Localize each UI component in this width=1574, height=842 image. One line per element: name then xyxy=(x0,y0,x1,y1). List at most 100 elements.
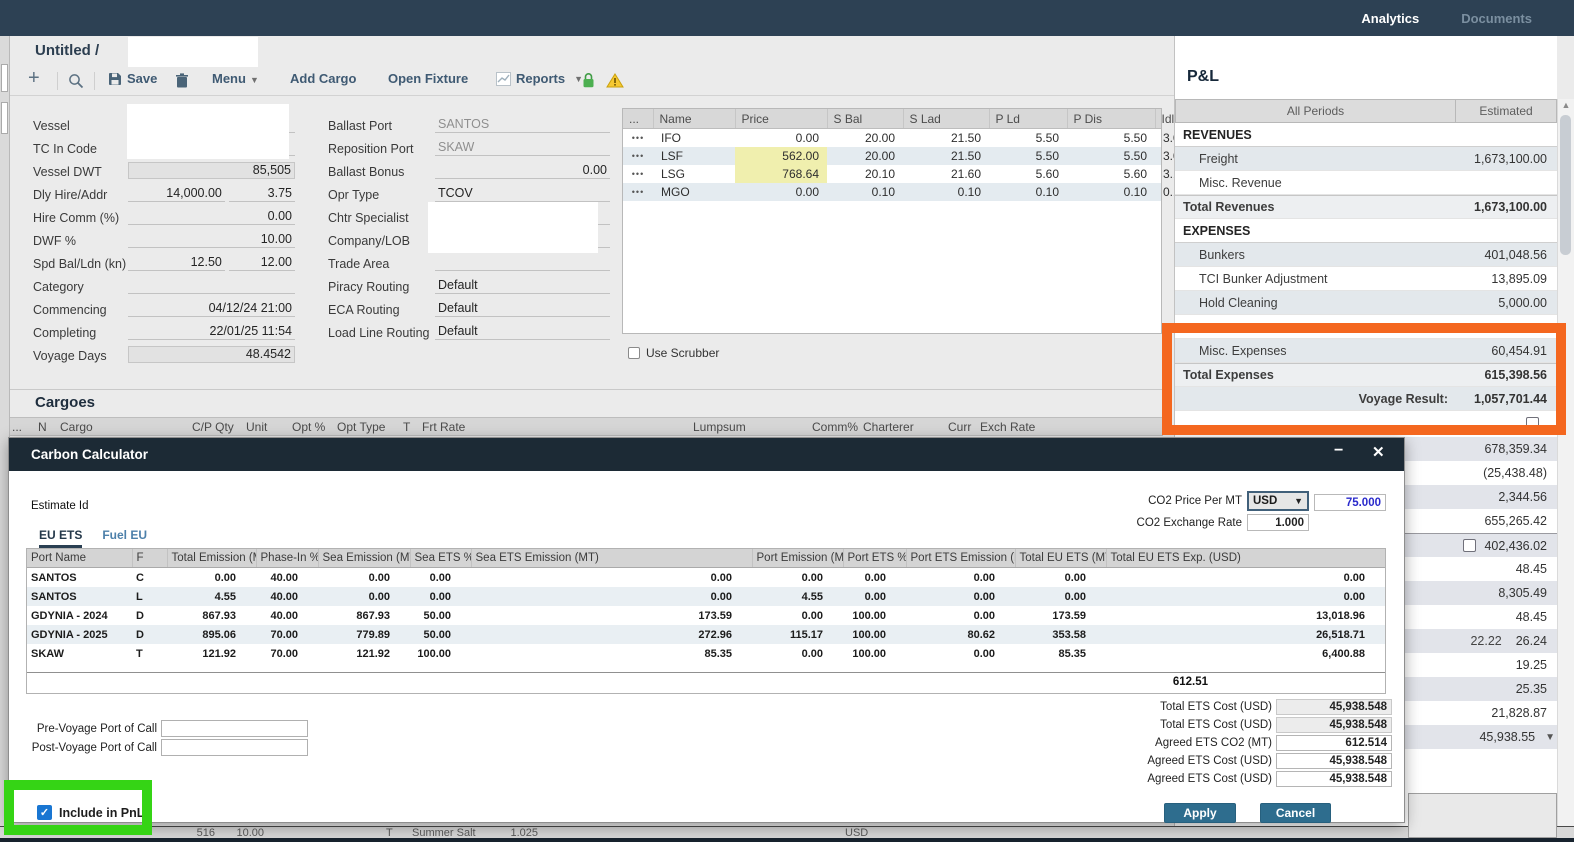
menu-button[interactable]: Menu▼ xyxy=(212,71,259,86)
new-estimate-button[interactable]: + xyxy=(28,67,40,90)
fuel-cell[interactable]: 5.50 xyxy=(989,129,1067,148)
pnl-col-all-periods[interactable]: All Periods xyxy=(1175,99,1456,123)
fuel-cell[interactable]: 21.50 xyxy=(903,147,989,165)
chevron-down-icon[interactable]: ▼ xyxy=(1545,732,1555,743)
fuel-price-cell[interactable]: 768.64 xyxy=(735,165,827,183)
pnl-col-estimated[interactable]: Estimated xyxy=(1456,99,1557,123)
post-voyage-input[interactable] xyxy=(161,739,308,756)
delete-icon[interactable] xyxy=(176,73,188,93)
fuel-name-cell[interactable]: LSF xyxy=(653,147,735,165)
row-menu-button[interactable]: ••• xyxy=(623,147,653,165)
fuel-cell[interactable]: 20.00 xyxy=(827,129,903,148)
field-input[interactable]: Default xyxy=(435,323,610,340)
fuel-cell[interactable]: 3.00 xyxy=(1155,147,1161,165)
field-input[interactable]: 0.00 xyxy=(128,208,295,225)
field-input[interactable]: SKAW xyxy=(435,139,610,156)
fuel-cell[interactable]: 21.50 xyxy=(903,129,989,148)
fuel-cell[interactable]: 0.10 xyxy=(903,183,989,201)
field-input[interactable]: 14,000.00 xyxy=(128,185,225,202)
close-icon[interactable]: ✕ xyxy=(1372,443,1385,461)
tab-fuel-eu[interactable]: Fuel EU xyxy=(102,528,147,548)
row-menu-button[interactable]: ••• xyxy=(623,129,653,148)
fuel-cell[interactable]: 0.10 xyxy=(827,183,903,201)
fuel-cell[interactable]: 20.10 xyxy=(827,165,903,183)
dialog-header[interactable]: Carbon Calculator − ✕ xyxy=(9,438,1404,471)
fuel-cell[interactable]: 0.10 xyxy=(1155,183,1161,201)
save-button[interactable]: Save xyxy=(108,71,157,86)
field-input[interactable]: TCOV xyxy=(435,185,610,202)
emissions-cell: 100.00 xyxy=(843,644,906,663)
fuel-price-cell[interactable]: 0.00 xyxy=(735,129,827,148)
pnl-title: P&L xyxy=(1187,68,1219,86)
row-menu-button[interactable]: ••• xyxy=(623,165,653,183)
use-scrubber-checkbox[interactable] xyxy=(628,347,640,359)
redaction-overlay-company xyxy=(428,202,598,253)
pnl-row-label: Misc. Revenue xyxy=(1175,176,1456,190)
rail-handle[interactable] xyxy=(1,102,8,134)
cancel-button[interactable]: Cancel xyxy=(1260,803,1331,823)
fuel-cell[interactable]: 3.00 xyxy=(1155,129,1161,148)
nav-documents[interactable]: Documents xyxy=(1461,11,1532,26)
fuel-cell[interactable]: 5.60 xyxy=(1067,165,1155,183)
field-label: Commencing xyxy=(33,303,128,317)
field-input[interactable]: SANTOS xyxy=(435,116,610,133)
scroll-thumb[interactable] xyxy=(1560,115,1571,255)
co2-currency-select[interactable]: USD▼ xyxy=(1247,491,1309,511)
fuel-cell[interactable]: 5.50 xyxy=(1067,147,1155,165)
pnl-scrollbar[interactable]: ▲ ▼ xyxy=(1557,99,1574,836)
fuel-name-cell[interactable]: MGO xyxy=(653,183,735,201)
pnl-row-label: Hold Cleaning xyxy=(1175,296,1456,310)
fuel-name-cell[interactable]: LSG xyxy=(653,165,735,183)
fuel-name-cell[interactable]: IFO xyxy=(653,129,735,148)
ets-cost-input[interactable]: 45,938.548 xyxy=(1276,771,1392,787)
field-input[interactable] xyxy=(128,277,295,294)
search-icon[interactable] xyxy=(68,73,84,94)
fuel-cell[interactable]: 5.60 xyxy=(989,165,1067,183)
pre-voyage-input[interactable] xyxy=(161,720,308,737)
warning-icon[interactable] xyxy=(606,73,624,93)
pnl-row-label: REVENUES xyxy=(1175,128,1456,142)
fuel-cell[interactable]: 5.50 xyxy=(989,147,1067,165)
save-disk-icon xyxy=(108,72,122,86)
fuel-price-cell[interactable]: 562.00 xyxy=(735,147,827,165)
top-nav-bar: Analytics Documents xyxy=(0,0,1574,36)
field-input[interactable]: 0.00 xyxy=(435,162,610,179)
field-input[interactable]: Default xyxy=(435,300,610,317)
fuel-cell[interactable]: 3.10 xyxy=(1155,165,1161,183)
pnl-row-value: 22.22 xyxy=(1470,634,1501,648)
field-input[interactable]: 04/12/24 21:00 xyxy=(128,300,295,317)
co2-rate-input[interactable]: 1.000 xyxy=(1247,514,1309,531)
field-input[interactable]: 12.00 xyxy=(229,254,295,271)
open-fixture-button[interactable]: Open Fixture xyxy=(388,71,468,86)
pnl-row-checkbox[interactable] xyxy=(1463,539,1476,552)
add-cargo-button[interactable]: Add Cargo xyxy=(290,71,356,86)
ets-cost-input: 45,938.548 xyxy=(1276,699,1392,715)
rail-handle[interactable] xyxy=(1,64,8,92)
fuel-cell[interactable]: 0.10 xyxy=(989,183,1067,201)
fuel-cell[interactable]: 5.50 xyxy=(1067,129,1155,148)
pnl-row-value: 48.45 xyxy=(1516,562,1557,576)
tab-eu-ets[interactable]: EU ETS xyxy=(39,528,82,548)
form-field-row: DWF %10.00 xyxy=(33,225,295,248)
nav-analytics[interactable]: Analytics xyxy=(1361,11,1419,26)
apply-button[interactable]: Apply xyxy=(1164,803,1236,823)
fuel-row: •••MGO0.000.100.100.100.100.10 xyxy=(623,183,1161,201)
reports-button[interactable]: Reports▼ xyxy=(496,71,583,86)
ets-cost-input[interactable]: 45,938.548 xyxy=(1276,753,1392,769)
field-input[interactable] xyxy=(435,254,610,271)
fuel-cell[interactable]: 20.00 xyxy=(827,147,903,165)
field-input[interactable]: Default xyxy=(435,277,610,294)
field-input[interactable]: 10.00 xyxy=(128,231,295,248)
fuel-cell[interactable]: 21.60 xyxy=(903,165,989,183)
emissions-cell: 0.00 xyxy=(906,606,1015,625)
fuel-cell[interactable]: 0.10 xyxy=(1067,183,1155,201)
field-input[interactable]: 22/01/25 11:54 xyxy=(128,323,295,340)
scroll-up-icon[interactable]: ▲ xyxy=(1558,100,1574,110)
row-menu-button[interactable]: ••• xyxy=(623,183,653,201)
fuel-price-cell[interactable]: 0.00 xyxy=(735,183,827,201)
field-input[interactable]: 3.75 xyxy=(229,185,295,202)
field-input[interactable]: 12.50 xyxy=(128,254,225,271)
co2-price-input[interactable]: 75.000 xyxy=(1314,494,1386,511)
ets-cost-input[interactable]: 612.514 xyxy=(1276,735,1392,751)
minimize-icon[interactable]: − xyxy=(1334,442,1343,460)
